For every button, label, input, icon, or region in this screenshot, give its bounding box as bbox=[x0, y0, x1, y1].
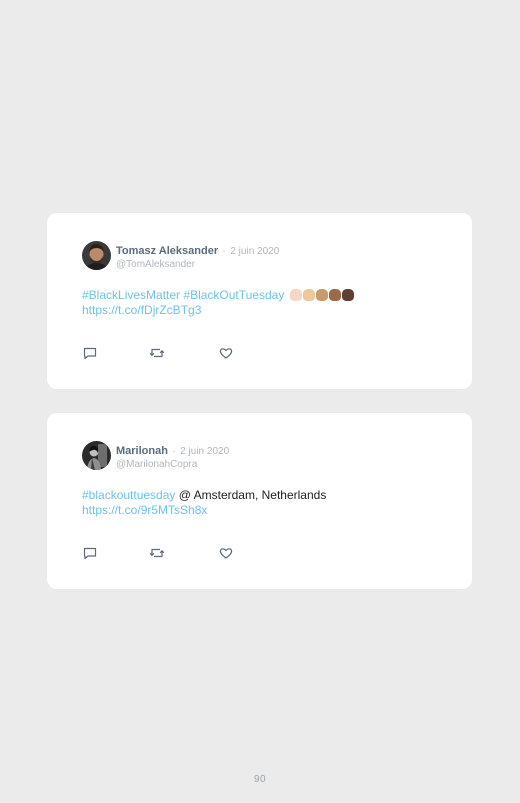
reply-icon[interactable] bbox=[82, 345, 98, 361]
tweet-date[interactable]: 2 juin 2020 bbox=[180, 446, 229, 457]
raised-fist-medium-light-icon bbox=[302, 289, 315, 301]
hashtag-link[interactable]: #BlackOutTuesday bbox=[183, 288, 284, 302]
raised-fist-light-icon bbox=[289, 289, 302, 301]
separator-dot: · bbox=[222, 246, 226, 257]
separator-dot: · bbox=[172, 446, 176, 457]
retweet-icon[interactable] bbox=[149, 545, 165, 561]
tweet-card[interactable]: Tomasz Aleksander · 2 juin 2020 @TomAlek… bbox=[47, 213, 472, 389]
avatar[interactable] bbox=[82, 241, 111, 270]
page-number: 90 bbox=[253, 774, 267, 785]
author-handle[interactable]: @TomAleksander bbox=[116, 258, 279, 271]
avatar[interactable] bbox=[82, 441, 111, 470]
author-handle[interactable]: @MarilonahCopra bbox=[116, 458, 229, 471]
like-icon[interactable] bbox=[218, 545, 234, 561]
like-icon[interactable] bbox=[218, 345, 234, 361]
hashtag-link[interactable]: #blackouttuesday bbox=[82, 488, 175, 502]
hashtag-link[interactable]: #BlackLivesMatter bbox=[82, 288, 180, 302]
tweet-url-link[interactable]: https://t.co/fDjrZcBTg3 bbox=[82, 303, 201, 317]
raised-fist-medium-dark-icon bbox=[328, 289, 341, 301]
tweet-text: #BlackLivesMatter #BlackOutTuesday https… bbox=[82, 288, 354, 318]
tweet-text: #blackouttuesday @ Amsterdam, Netherland… bbox=[82, 488, 326, 518]
location-text: @ Amsterdam, Netherlands bbox=[178, 488, 327, 502]
raised-fist-dark-icon bbox=[341, 289, 354, 301]
author-name[interactable]: Marilonah bbox=[116, 445, 168, 457]
tweet-header: Tomasz Aleksander · 2 juin 2020 @TomAlek… bbox=[116, 243, 279, 271]
retweet-icon[interactable] bbox=[149, 345, 165, 361]
raised-fist-emoji-group bbox=[289, 289, 354, 301]
reply-icon[interactable] bbox=[82, 545, 98, 561]
author-name[interactable]: Tomasz Aleksander bbox=[116, 245, 218, 257]
tweet-header: Marilonah · 2 juin 2020 @MarilonahCopra bbox=[116, 443, 229, 471]
raised-fist-medium-icon bbox=[315, 289, 328, 301]
tweet-date[interactable]: 2 juin 2020 bbox=[230, 246, 279, 257]
tweet-card[interactable]: Marilonah · 2 juin 2020 @MarilonahCopra … bbox=[47, 413, 472, 589]
tweet-url-link[interactable]: https://t.co/9r5MTsSh8x bbox=[82, 503, 207, 517]
